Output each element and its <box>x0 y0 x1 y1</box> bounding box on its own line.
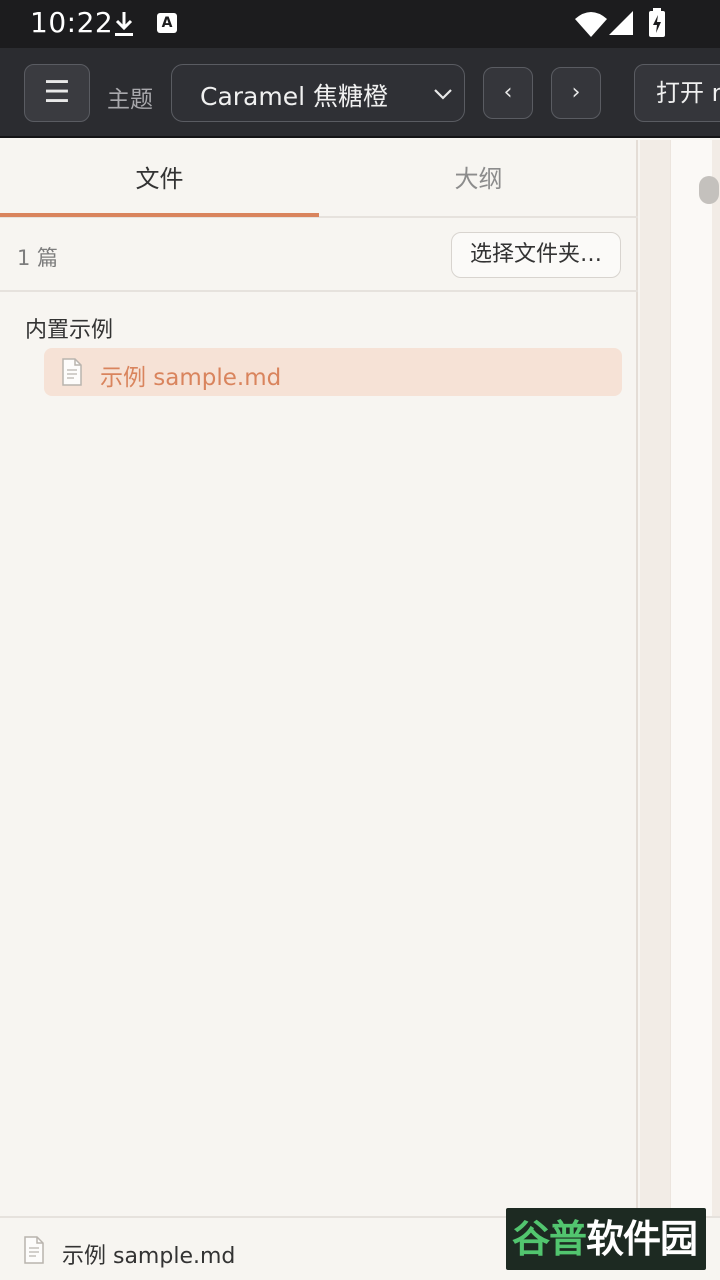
watermark-part2: 软件园 <box>586 1217 698 1261</box>
toolbar: ☰ 主题 Caramel 焦糖橙 ‹ › 打开 md <box>0 48 720 138</box>
open-md-button[interactable]: 打开 md <box>634 64 720 122</box>
menu-button[interactable]: ☰ <box>24 64 90 122</box>
list-item-label: 示例 sample.md <box>100 365 282 391</box>
chevron-left-icon: ‹ <box>503 80 513 105</box>
watermark-logo: 谷普软件园 <box>506 1208 706 1270</box>
prev-button[interactable]: ‹ <box>483 67 533 119</box>
sidebar: 文件 大纲 1 篇 选择文件夹… 内置示例 示例 sample.md <box>0 140 638 1216</box>
theme-select-value: Caramel 焦糖橙 <box>200 82 389 111</box>
list-item[interactable]: 示例 sample.md <box>44 348 622 396</box>
chevron-down-icon <box>434 89 452 100</box>
sidebar-tabs: 文件 大纲 <box>0 140 638 218</box>
editor-pane <box>640 140 720 1216</box>
battery-charging-icon <box>649 8 665 37</box>
next-button[interactable]: › <box>551 67 601 119</box>
editor-paper <box>670 140 712 1216</box>
file-list-header: 1 篇 选择文件夹… <box>0 218 638 292</box>
status-time: 10:22 <box>30 6 114 39</box>
choose-folder-button[interactable]: 选择文件夹… <box>451 232 621 278</box>
status-bar: 10:22 A <box>0 0 720 48</box>
signal-icon <box>609 11 633 35</box>
theme-select[interactable]: Caramel 焦糖橙 <box>171 64 465 122</box>
accessibility-a-icon: A <box>157 13 177 33</box>
current-file-label: 示例 sample.md <box>62 1244 236 1269</box>
watermark-part1: 谷普 <box>512 1217 587 1261</box>
file-count: 1 篇 <box>17 246 59 270</box>
theme-label: 主题 <box>107 87 153 113</box>
document-icon <box>62 358 82 386</box>
tab-files[interactable]: 文件 <box>0 140 319 218</box>
wifi-icon <box>575 12 607 37</box>
tab-outline[interactable]: 大纲 <box>319 140 638 218</box>
chevron-right-icon: › <box>571 80 581 105</box>
document-icon <box>24 1236 44 1264</box>
download-icon <box>115 12 133 36</box>
scrollbar-thumb[interactable] <box>699 176 719 204</box>
group-title: 内置示例 <box>25 318 114 343</box>
hamburger-icon: ☰ <box>43 75 71 110</box>
active-tab-indicator <box>0 213 319 217</box>
